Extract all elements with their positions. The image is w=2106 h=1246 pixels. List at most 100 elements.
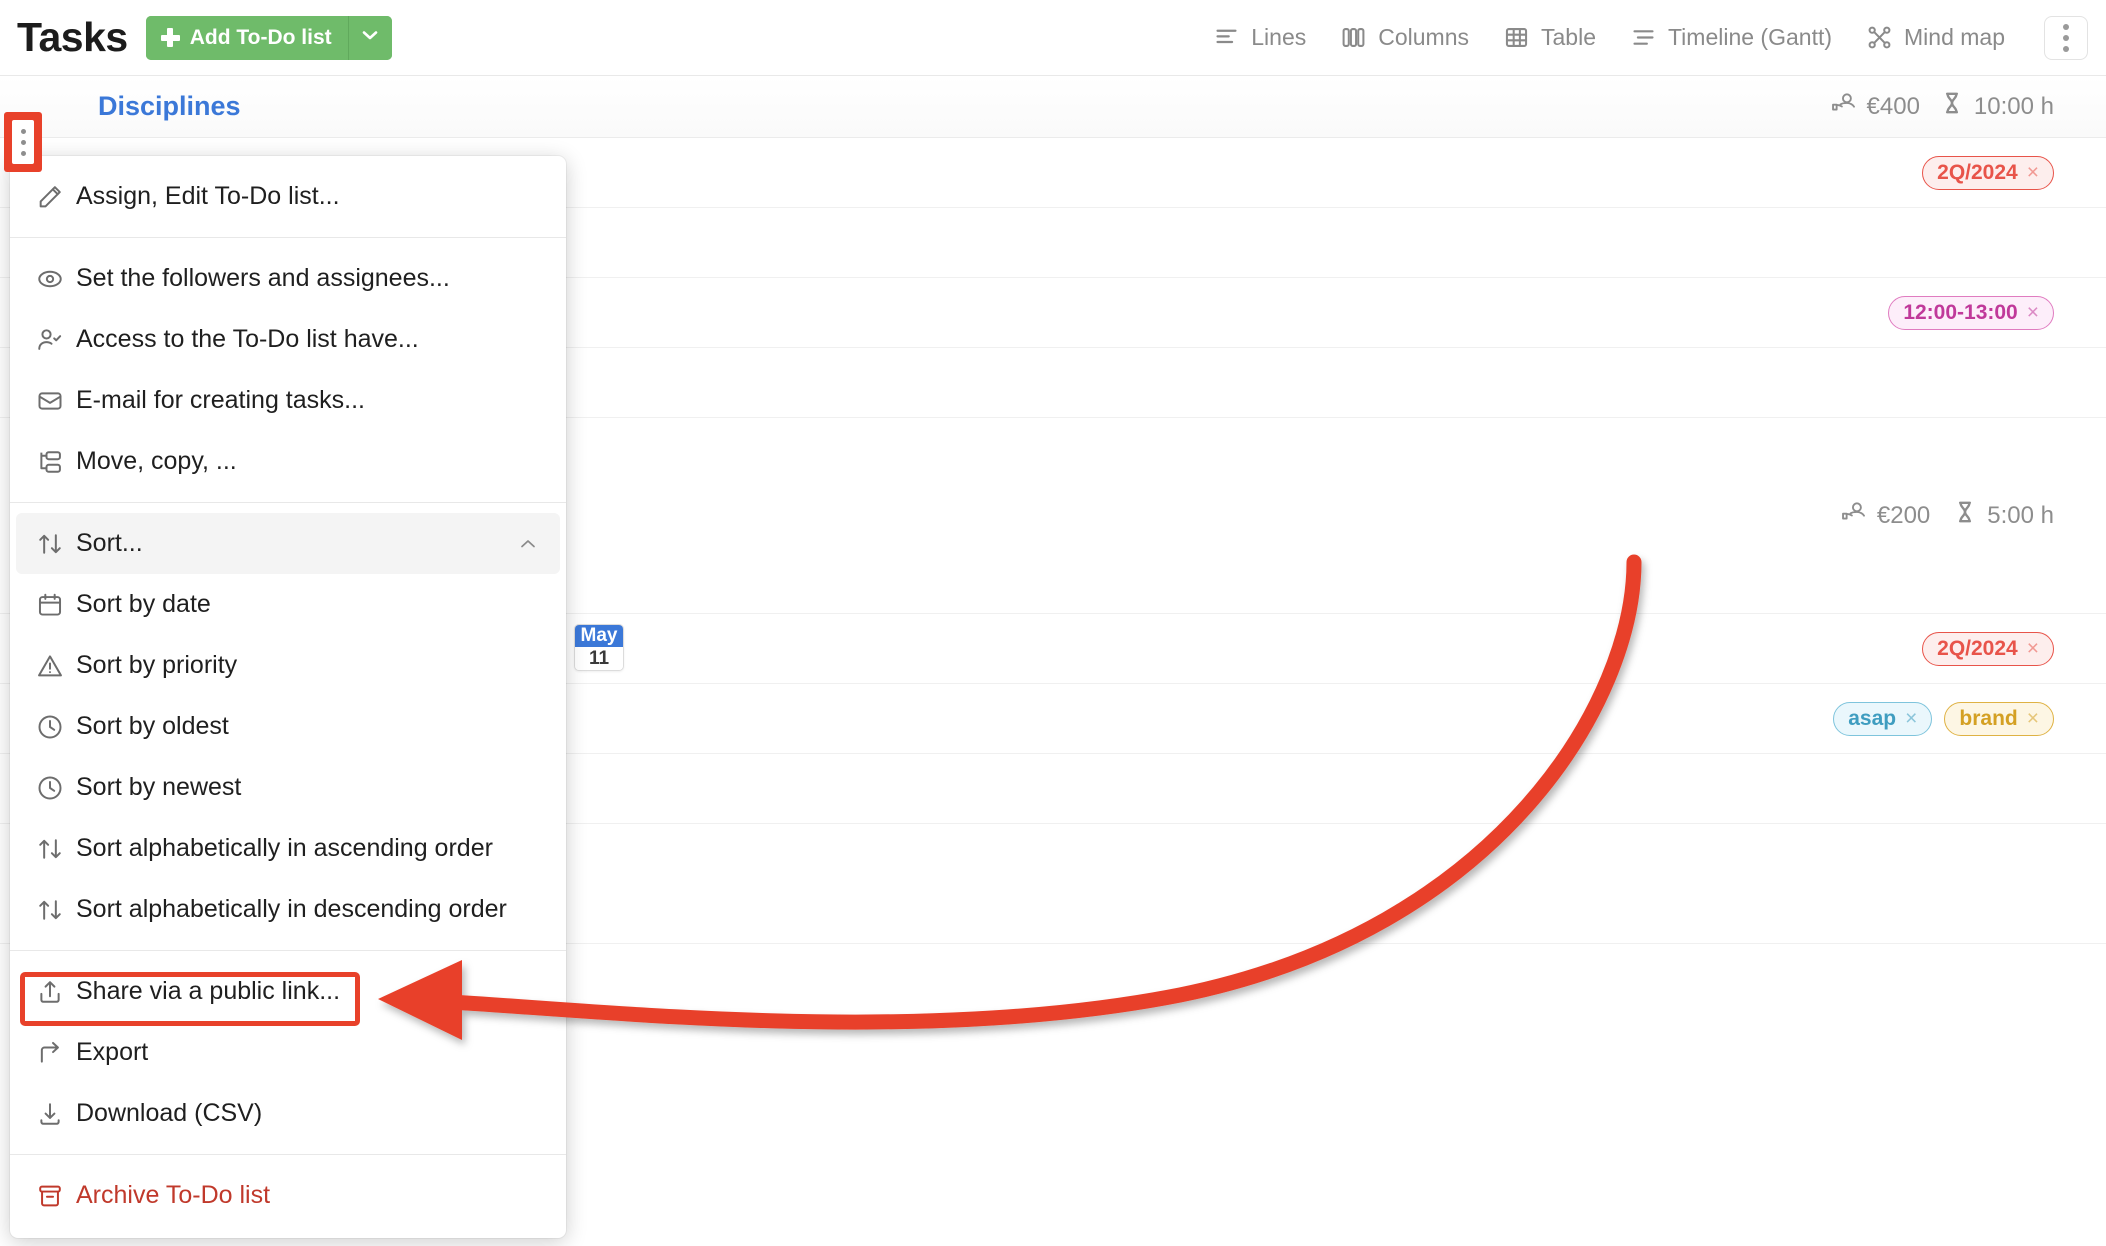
- tab-timeline-gantt[interactable]: Timeline (Gantt): [1613, 16, 1849, 59]
- menu-section-padding: [10, 940, 566, 950]
- add-todo-list-dropdown-toggle[interactable]: [347, 15, 392, 60]
- menu-item-sort-alpha-desc[interactable]: Sort alphabetically in descending order: [10, 879, 566, 940]
- group-summary-metrics: €400 10:00 h: [1830, 89, 2054, 124]
- menu-item-sort-by-newest[interactable]: Sort by newest: [10, 757, 566, 818]
- tag-remove-icon[interactable]: ×: [2027, 161, 2039, 185]
- menu-section-padding: [10, 503, 566, 513]
- menu-bottom-padding: [10, 1226, 566, 1236]
- menu-item-label: Move, copy, ...: [76, 447, 237, 475]
- sort-arrows-icon: [36, 835, 76, 863]
- menu-item-sort-by-date[interactable]: Sort by date: [10, 574, 566, 635]
- share-upload-icon: [36, 978, 76, 1006]
- menu-item-archive-todo-list[interactable]: Archive To-Do list: [10, 1165, 566, 1226]
- pencil-icon: [36, 183, 76, 211]
- tab-columns[interactable]: Columns: [1323, 16, 1486, 59]
- menu-section-padding: [10, 227, 566, 237]
- move-copy-icon: [36, 448, 76, 476]
- mind-map-view-icon: [1866, 24, 1893, 51]
- menu-item-set-followers[interactable]: Set the followers and assignees...: [10, 248, 566, 309]
- menu-section-padding: [10, 492, 566, 502]
- row-tag-container: 12:00-13:00 ×: [1888, 278, 2106, 347]
- tag-label: 12:00-13:00: [1903, 300, 2018, 324]
- tab-columns-label: Columns: [1378, 24, 1469, 50]
- menu-item-sort-by-priority[interactable]: Sort by priority: [10, 635, 566, 696]
- menu-item-sort[interactable]: Sort...: [16, 513, 560, 574]
- group-budget-value: €400: [1866, 92, 1920, 120]
- header-overflow-menu-button[interactable]: [2044, 15, 2088, 60]
- menu-item-export[interactable]: Export: [10, 1022, 566, 1083]
- tab-lines[interactable]: Lines: [1196, 16, 1323, 59]
- money-hand-icon: [1840, 498, 1868, 533]
- download-icon: [36, 1100, 76, 1128]
- tag-remove-icon[interactable]: ×: [2027, 637, 2039, 661]
- menu-section-padding: [10, 1144, 566, 1154]
- table-view-icon: [1503, 24, 1530, 51]
- todo-list-options-button[interactable]: [4, 112, 42, 172]
- tag-asap[interactable]: asap ×: [1833, 701, 1933, 736]
- menu-item-move-copy[interactable]: Move, copy, ...: [10, 431, 566, 492]
- menu-item-label: Assign, Edit To-Do list...: [76, 182, 340, 210]
- export-arrow-icon: [36, 1039, 76, 1067]
- menu-item-sort-by-oldest[interactable]: Sort by oldest: [10, 696, 566, 757]
- add-todo-list-button-group[interactable]: Add To-Do list: [145, 15, 392, 60]
- menu-item-download-csv[interactable]: Download (CSV): [10, 1083, 566, 1144]
- menu-section-padding: [10, 1155, 566, 1165]
- menu-item-access[interactable]: Access to the To-Do list have...: [10, 309, 566, 370]
- tag-remove-icon[interactable]: ×: [1905, 707, 1917, 731]
- add-todo-list-label: Add To-Do list: [189, 25, 332, 49]
- group-duration: 10:00 h: [1939, 90, 2054, 123]
- menu-item-label: Sort by newest: [76, 773, 242, 801]
- due-date-day: 11: [575, 647, 623, 670]
- menu-item-label: Sort by priority: [76, 651, 238, 679]
- tag-label: 2Q/2024: [1937, 636, 2018, 660]
- due-date-month: May: [575, 625, 623, 647]
- row-tag-container: asap × brand ×: [1833, 684, 2106, 753]
- tag-quarter[interactable]: 2Q/2024 ×: [1922, 631, 2054, 666]
- tag-label: 2Q/2024: [1937, 160, 2018, 184]
- group-budget: €400: [1830, 89, 1920, 124]
- menu-top-padding: [10, 156, 566, 166]
- clock-icon: [36, 774, 76, 802]
- menu-item-label: Share via a public link...: [76, 977, 341, 1005]
- tab-lines-label: Lines: [1251, 24, 1307, 50]
- tab-table-label: Table: [1541, 24, 1596, 50]
- menu-item-email-create-tasks[interactable]: E-mail for creating tasks...: [10, 370, 566, 431]
- group-summary-metrics-secondary: €200 5:00 h: [1840, 418, 2106, 613]
- group-duration-value: 10:00 h: [1973, 92, 2054, 120]
- view-mode-tabs: Lines Columns Table Timeline (Gantt) Min…: [1196, 15, 2106, 60]
- tag-label: asap: [1848, 706, 1897, 730]
- tag-quarter[interactable]: 2Q/2024 ×: [1922, 155, 2054, 190]
- menu-section-padding: [10, 238, 566, 248]
- kebab-menu-icon: [2063, 23, 2069, 30]
- group2-duration-value: 5:00 h: [1987, 501, 2054, 529]
- menu-item-assign-edit[interactable]: Assign, Edit To-Do list...: [10, 166, 566, 227]
- due-date-chip[interactable]: May 11: [574, 624, 624, 671]
- menu-item-share-public-link[interactable]: Share via a public link...: [10, 961, 566, 1022]
- tab-mind-map-label: Mind map: [1904, 24, 2005, 50]
- plus-icon: [160, 28, 180, 47]
- warning-triangle-icon: [36, 652, 76, 680]
- group-header-disciplines[interactable]: Disciplines €400 10:00 h: [0, 76, 2106, 138]
- tag-remove-icon[interactable]: ×: [2027, 707, 2039, 731]
- menu-item-sort-alpha-asc[interactable]: Sort alphabetically in ascending order: [10, 818, 566, 879]
- row-tag-container: 2Q/2024 ×: [1922, 614, 2106, 683]
- tab-table[interactable]: Table: [1486, 16, 1613, 59]
- page-title: Tasks: [17, 14, 128, 60]
- tag-label: brand: [1959, 706, 2018, 730]
- group2-budget: €200: [1840, 498, 1930, 533]
- todo-list-context-menu: Assign, Edit To-Do list... Set the follo…: [10, 156, 566, 1238]
- add-todo-list-button[interactable]: Add To-Do list: [145, 15, 348, 60]
- menu-item-label: Sort by date: [76, 590, 211, 618]
- sort-arrows-icon: [36, 530, 76, 558]
- tab-mind-map[interactable]: Mind map: [1849, 16, 2022, 59]
- tag-time-range[interactable]: 12:00-13:00 ×: [1888, 295, 2054, 330]
- tag-remove-icon[interactable]: ×: [2027, 301, 2039, 325]
- row-tag-container: 2Q/2024 ×: [1922, 138, 2106, 207]
- menu-item-label: Export: [76, 1038, 149, 1066]
- menu-item-label: Sort...: [76, 529, 143, 557]
- calendar-icon: [36, 591, 76, 619]
- group2-budget-value: €200: [1876, 501, 1931, 529]
- menu-item-label: Sort alphabetically in ascending order: [76, 834, 493, 862]
- hourglass-icon: [1952, 499, 1978, 532]
- tag-brand[interactable]: brand ×: [1944, 701, 2054, 736]
